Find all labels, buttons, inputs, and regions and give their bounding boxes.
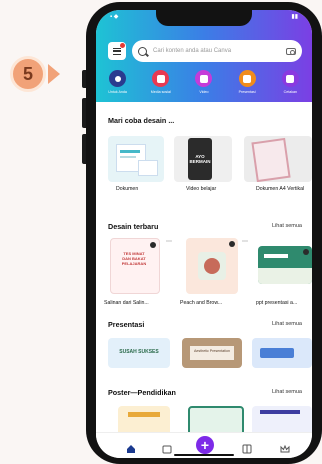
menu-button[interactable] <box>108 42 126 60</box>
thumb-presentation-1[interactable]: SUSAH SUKSES <box>108 338 170 368</box>
phone-notch <box>156 10 252 26</box>
status-icons-right: ▮▮ <box>291 14 298 20</box>
search-bar[interactable]: Cari konten anda atau Canva <box>132 40 302 62</box>
projects-icon[interactable] <box>162 441 172 454</box>
thumb-text: Aesthetic Presentation <box>194 349 230 353</box>
category-label: Presentasi <box>238 90 256 94</box>
category-presentasi[interactable]: Presentasi <box>226 70 269 94</box>
step-badge: 5 <box>6 56 60 92</box>
thumb-dokumen[interactable] <box>108 136 164 182</box>
app-screen: ▪ ◆ ▮▮ Cari konten anda atau Canva Untuk… <box>96 10 312 458</box>
more-options-icon[interactable]: ⋯ <box>166 238 172 245</box>
camera-icon[interactable] <box>286 47 296 55</box>
category-cetakan[interactable]: Cetakan <box>269 70 312 94</box>
status-icons-left: ▪ ◆ <box>110 14 119 20</box>
thumb-caption: Dokumen <box>116 186 139 192</box>
presentation-icon <box>238 70 256 87</box>
thumb-caption: Video belajar <box>186 186 217 192</box>
presentations-see-all-link[interactable]: Lihat semua <box>272 321 302 327</box>
sparkle-icon <box>109 70 127 87</box>
bottom-tab-bar: + <box>96 432 312 458</box>
thumb-recent-1[interactable]: TES MINAT DAN BAKAT PELAJARAN <box>110 238 160 294</box>
thumb-recent-3[interactable] <box>258 246 312 284</box>
notification-dot <box>120 43 125 48</box>
thumb-caption: Dokumen A4 Vertikal <box>256 186 305 192</box>
category-label: Cetakan <box>283 90 298 94</box>
video-icon <box>195 70 213 87</box>
thumb-caption: Salinan dari Salin... <box>104 300 149 306</box>
hamburger-icon <box>113 47 121 55</box>
recent-title: Desain terbaru <box>108 222 159 231</box>
templates-icon[interactable] <box>242 441 252 454</box>
thumb-presentation-3[interactable] <box>252 338 312 368</box>
step-arrow-icon <box>48 64 60 84</box>
thumb-caption: ppt presentasi a... <box>256 300 298 306</box>
heart-icon <box>152 70 170 87</box>
crown-icon[interactable] <box>280 441 290 453</box>
search-icon <box>138 46 147 56</box>
category-label: Media sosial <box>150 90 171 94</box>
create-button[interactable]: + <box>196 436 214 454</box>
category-video[interactable]: Video <box>182 70 225 94</box>
home-icon[interactable] <box>126 441 136 453</box>
thumb-video-belajar[interactable]: AYO BERMAIN <box>174 136 232 182</box>
category-untuk-anda[interactable]: Untuk Anda <box>96 70 139 94</box>
category-media-sosial[interactable]: Media sosial <box>139 70 182 94</box>
posters-title: Poster—Pendidikan <box>108 388 176 397</box>
category-label: Video <box>199 90 209 94</box>
posters-see-all-link[interactable]: Lihat semua <box>272 389 302 395</box>
recent-see-all-link[interactable]: Lihat semua <box>272 223 302 229</box>
thumb-text: SUSAH SUKSES <box>119 349 159 355</box>
thumb-text: AYO BERMAIN <box>189 154 211 164</box>
thumb-presentation-2[interactable]: Aesthetic Presentation <box>182 338 242 368</box>
category-row: Untuk Anda Media sosial Video Presentasi… <box>96 70 312 94</box>
thumb-caption: Peach and Brow... <box>180 300 223 306</box>
thumb-dokumen-a4[interactable] <box>244 136 312 182</box>
print-icon <box>281 70 299 87</box>
more-options-icon[interactable]: ⋯ <box>242 238 248 245</box>
presentations-title: Presentasi <box>108 320 145 329</box>
thumb-text: TES MINAT DAN BAKAT PELAJARAN <box>121 251 147 266</box>
step-number: 5 <box>10 56 46 92</box>
home-indicator <box>174 453 234 456</box>
thumb-recent-2[interactable] <box>186 238 238 294</box>
search-placeholder: Cari konten anda atau Canva <box>153 48 232 54</box>
try-design-title: Mari coba desain ... <box>108 116 175 125</box>
category-label: Untuk Anda <box>108 90 127 94</box>
